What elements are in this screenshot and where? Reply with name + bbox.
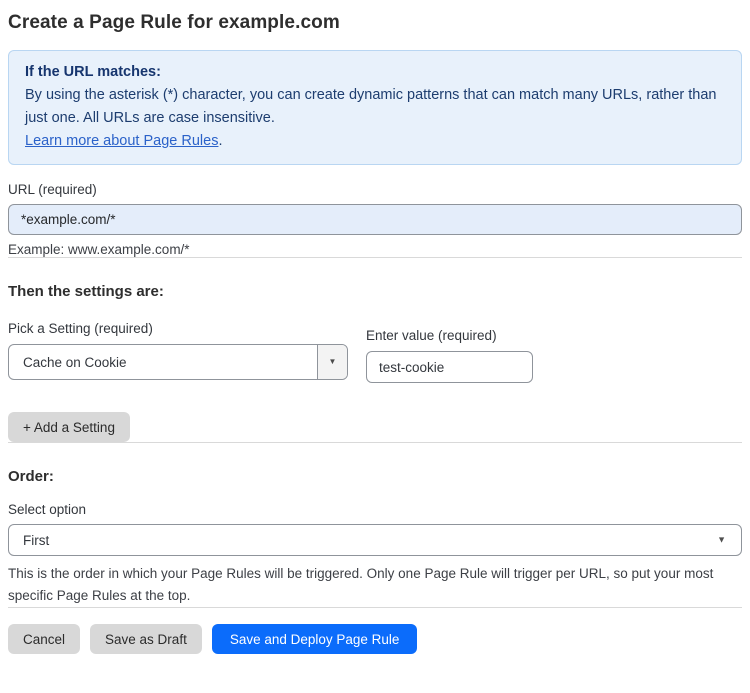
settings-row: Pick a Setting (required) Cache on Cooki… <box>8 321 742 383</box>
chevron-down-icon: ▼ <box>328 357 337 366</box>
divider <box>8 607 742 608</box>
chevron-down-icon: ▼ <box>717 534 726 545</box>
save-as-draft-button[interactable]: Save as Draft <box>90 624 202 654</box>
order-section-heading: Order: <box>8 468 54 485</box>
url-input[interactable] <box>8 204 742 235</box>
setting-picker-label: Pick a Setting (required) <box>8 321 153 336</box>
setting-select-value: Cache on Cookie <box>23 354 127 370</box>
link-period: . <box>218 133 223 149</box>
setting-select[interactable]: Cache on Cookie ▼ <box>8 344 348 380</box>
url-match-info-box: If the URL matches: By using the asteris… <box>8 50 742 165</box>
order-select-label: Select option <box>8 502 87 517</box>
order-help-text: This is the order in which your Page Rul… <box>8 566 714 603</box>
footer-actions: Cancel Save as Draft Save and Deploy Pag… <box>8 624 742 654</box>
page-title: Create a Page Rule for example.com <box>8 12 340 33</box>
setting-picker-column: Pick a Setting (required) Cache on Cooki… <box>8 321 348 383</box>
add-setting-button[interactable]: + Add a Setting <box>8 412 130 442</box>
url-field-label: URL (required) <box>8 182 97 197</box>
page-rule-form: Create a Page Rule for example.com If th… <box>0 0 750 654</box>
settings-section-heading: Then the settings are: <box>8 283 164 300</box>
cancel-button[interactable]: Cancel <box>8 624 81 654</box>
url-example-helper: Example: www.example.com/* <box>8 242 190 257</box>
save-and-deploy-button[interactable]: Save and Deploy Page Rule <box>211 624 418 654</box>
setting-value-input[interactable] <box>366 351 533 383</box>
setting-value-label: Enter value (required) <box>366 328 497 343</box>
divider <box>8 442 742 443</box>
order-select-value: First <box>23 532 50 548</box>
divider <box>8 257 742 258</box>
setting-value-column: Enter value (required) <box>366 328 533 383</box>
info-body-text: By using the asterisk (*) character, you… <box>25 87 717 126</box>
info-box-body: By using the asterisk (*) character, you… <box>25 84 725 153</box>
learn-more-link[interactable]: Learn more about Page Rules <box>25 133 218 149</box>
order-select[interactable]: First ▼ <box>8 524 742 556</box>
info-box-heading: If the URL matches: <box>25 64 161 80</box>
setting-select-arrow-button[interactable]: ▼ <box>317 345 347 379</box>
